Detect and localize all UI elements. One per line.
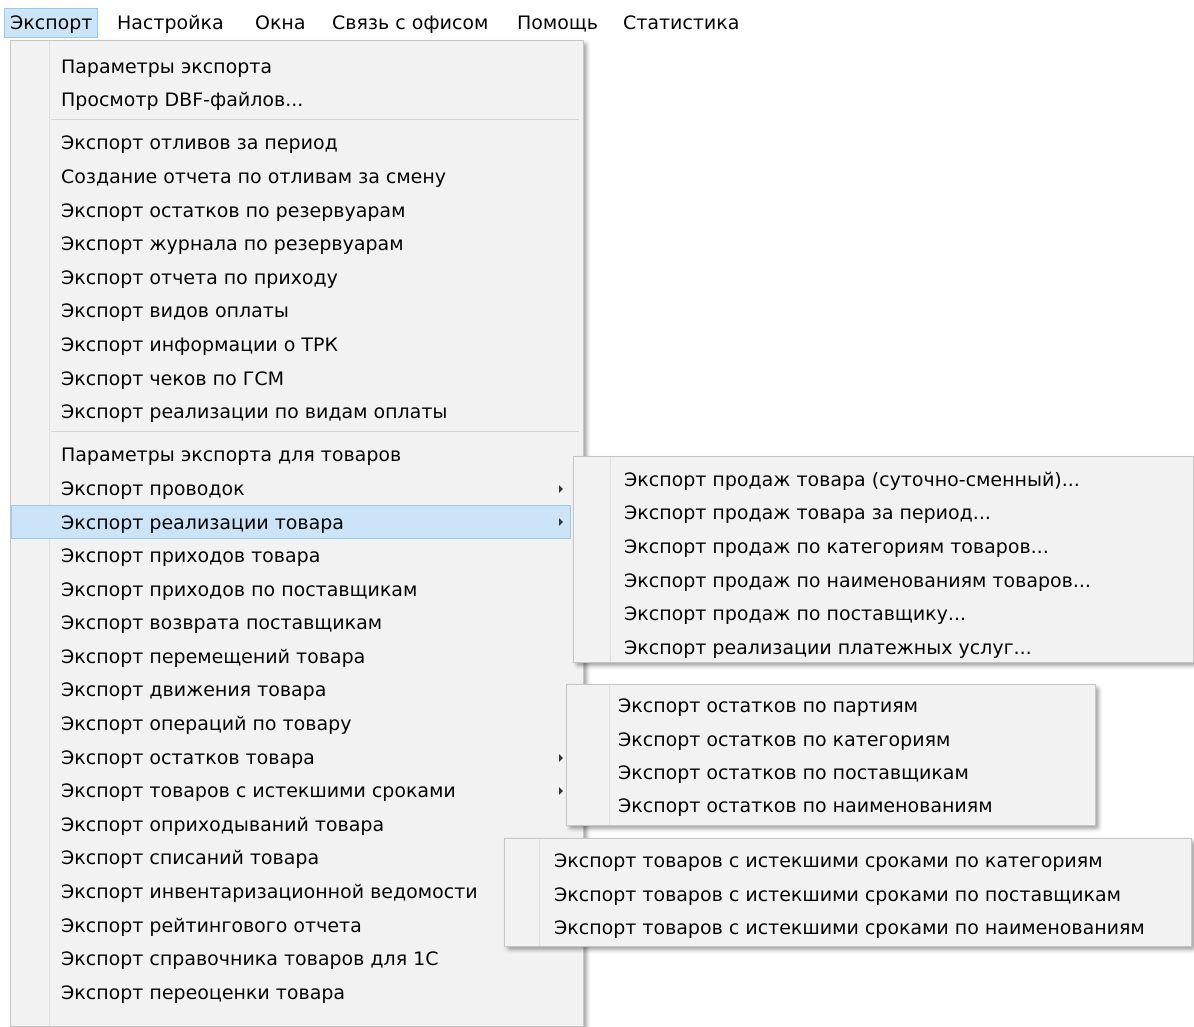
submenu-item-stock-by-name[interactable]: Экспорт остатков по наименованиям (618, 789, 993, 823)
menu-item-export-goods-stock[interactable]: Экспорт остатков товара (61, 741, 315, 775)
submenu-item-payment-services-sales[interactable]: Экспорт реализации платежных услуг... (624, 631, 1032, 665)
menu-item-export-writeoffs[interactable]: Экспорт списаний товара (61, 841, 319, 875)
stock-submenu: Экспорт остатков по партиям Экспорт оста… (566, 684, 1096, 826)
sales-submenu: Экспорт продаж товара (суточно-сменный).… (573, 456, 1194, 663)
menu-gutter (610, 457, 611, 662)
menu-item-export-drains-period[interactable]: Экспорт отливов за период (61, 126, 338, 160)
submenu-arrow-icon (559, 485, 563, 493)
menu-item-export-params[interactable]: Параметры экспорта (61, 50, 272, 84)
menu-item-export-sales-by-payment[interactable]: Экспорт реализации по видам оплаты (61, 395, 447, 429)
menu-item-export-tank-journal[interactable]: Экспорт журнала по резервуарам (61, 227, 404, 261)
submenu-arrow-icon (559, 787, 563, 795)
menu-item-export-payment-types[interactable]: Экспорт видов оплаты (61, 294, 289, 328)
menu-office-link[interactable]: Связь с офисом (327, 8, 493, 38)
menu-bar: Экспорт Настройка Окна Связь с офисом По… (0, 0, 1194, 40)
menu-statistics[interactable]: Статистика (618, 8, 744, 38)
menu-item-export-goods-sales[interactable]: Экспорт реализации товара (11, 505, 571, 539)
menu-item-export-income-by-supplier[interactable]: Экспорт приходов по поставщикам (61, 573, 417, 607)
menu-item-export-revaluation[interactable]: Экспорт переоценки товара (61, 976, 345, 1010)
menu-item-export-tank-balances[interactable]: Экспорт остатков по резервуарам (61, 194, 405, 228)
menu-settings[interactable]: Настройка (112, 8, 229, 38)
menu-item-export-postings[interactable]: Экспорт проводок (61, 472, 245, 506)
menu-item-goods-export-params[interactable]: Параметры экспорта для товаров (61, 438, 401, 472)
menu-item-drains-shift-report[interactable]: Создание отчета по отливам за смену (61, 160, 446, 194)
submenu-item-expired-by-name[interactable]: Экспорт товаров с истекшими сроками по н… (554, 911, 1145, 945)
menu-windows[interactable]: Окна (250, 8, 311, 38)
menu-item-export-supplier-returns[interactable]: Экспорт возврата поставщикам (61, 606, 382, 640)
menu-item-export-goods-transfers[interactable]: Экспорт перемещений товара (61, 640, 365, 674)
submenu-item-sales-by-supplier[interactable]: Экспорт продаж по поставщику... (624, 597, 966, 631)
export-dropdown-menu: Параметры экспорта Просмотр DBF-файлов..… (10, 40, 584, 1027)
submenu-item-stock-by-supplier[interactable]: Экспорт остатков по поставщикам (618, 756, 969, 790)
menu-item-export-goods-operations[interactable]: Экспорт операций по товару (61, 707, 351, 741)
submenu-item-stock-by-batch[interactable]: Экспорт остатков по партиям (618, 689, 918, 723)
menu-separator (51, 119, 579, 120)
menu-help[interactable]: Помощь (512, 8, 603, 38)
submenu-item-expired-by-category[interactable]: Экспорт товаров с истекшими сроками по к… (554, 844, 1103, 878)
menu-item-export-expired-goods[interactable]: Экспорт товаров с истекшими сроками (61, 774, 456, 808)
menu-item-view-dbf[interactable]: Просмотр DBF-файлов... (61, 83, 303, 117)
menu-gutter (539, 839, 540, 946)
submenu-item-sales-daily-shift[interactable]: Экспорт продаж товара (суточно-сменный).… (624, 463, 1080, 497)
submenu-item-sales-by-category[interactable]: Экспорт продаж по категориям товаров... (624, 530, 1049, 564)
menu-separator (51, 431, 579, 432)
submenu-item-sales-period[interactable]: Экспорт продаж товара за период... (624, 496, 991, 530)
submenu-item-stock-by-category[interactable]: Экспорт остатков по категориям (618, 723, 950, 757)
submenu-item-sales-by-name[interactable]: Экспорт продаж по наименованиям товаров.… (624, 564, 1091, 598)
menu-item-export-goods-income[interactable]: Экспорт приходов товара (61, 539, 320, 573)
menu-export[interactable]: Экспорт (4, 8, 99, 38)
menu-item-export-goods-movement[interactable]: Экспорт движения товара (61, 673, 326, 707)
submenu-arrow-icon (559, 754, 563, 762)
submenu-item-expired-by-supplier[interactable]: Экспорт товаров с истекшими сроками по п… (554, 878, 1121, 912)
menu-item-export-trk-info[interactable]: Экспорт информации о ТРК (61, 328, 338, 362)
menu-item-export-goods-receiving[interactable]: Экспорт оприходываний товара (61, 808, 384, 842)
menu-gutter (609, 685, 610, 825)
menu-item-export-goods-directory-1c[interactable]: Экспорт справочника товаров для 1С (61, 942, 439, 976)
menu-item-export-inventory-sheet[interactable]: Экспорт инвентаризационной ведомости (61, 875, 478, 909)
menu-item-export-rating-report[interactable]: Экспорт рейтингового отчета (61, 909, 362, 943)
submenu-arrow-icon (559, 518, 563, 526)
menu-item-export-fuel-receipts[interactable]: Экспорт чеков по ГСМ (61, 362, 284, 396)
expired-goods-submenu: Экспорт товаров с истекшими сроками по к… (504, 838, 1192, 947)
menu-item-export-income-report[interactable]: Экспорт отчета по приходу (61, 261, 338, 295)
